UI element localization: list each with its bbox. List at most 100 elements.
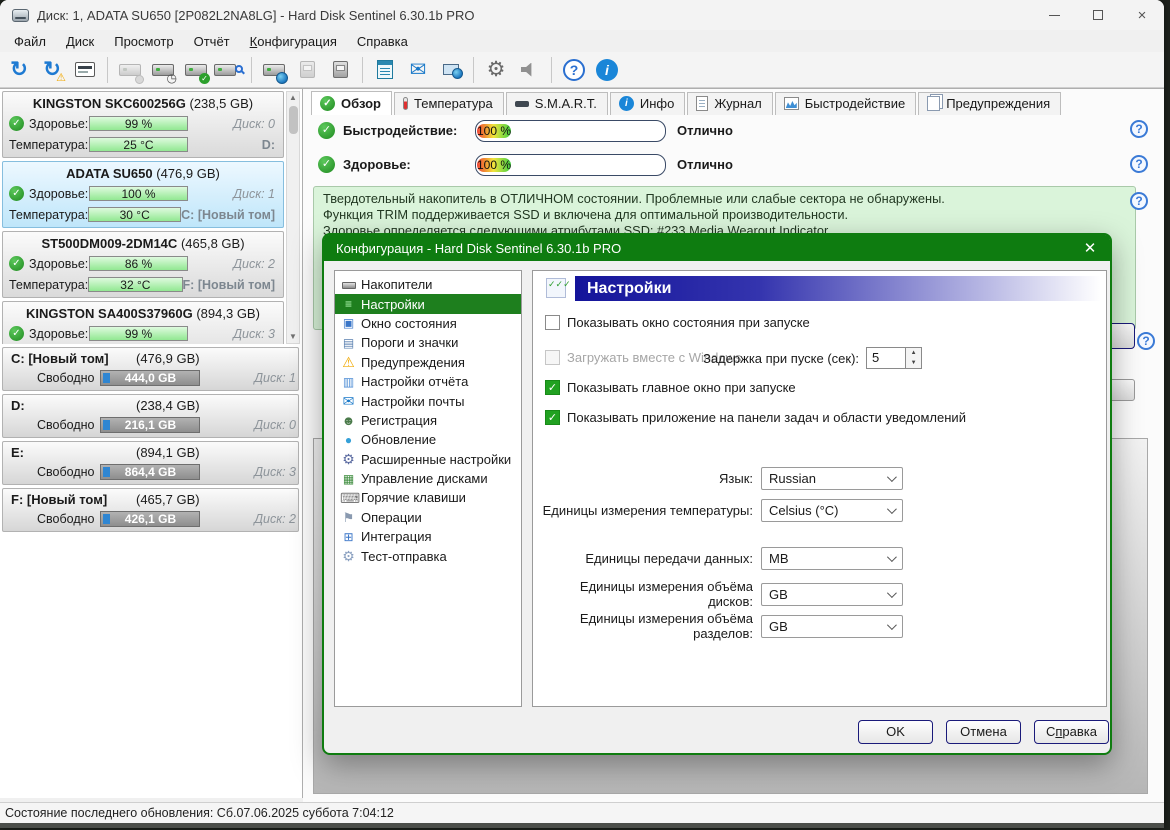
scroll-down-icon[interactable]: ▼ — [287, 331, 299, 343]
menu-help[interactable]: Справка — [347, 32, 418, 51]
scroll-up-icon[interactable]: ▲ — [287, 92, 299, 104]
disk-mouse-icon[interactable] — [115, 55, 145, 85]
partition-item-c[interactable]: C: [Новый том] (476,9 GB) Свободно 444,0 … — [2, 347, 299, 391]
health-label: Здоровье: — [29, 186, 89, 201]
disk-number: Диск: 2 — [233, 256, 275, 271]
nav-item-upravlenie-diskami[interactable]: ▦ Управление дисками — [335, 469, 521, 488]
help-icon[interactable]: ? — [559, 55, 589, 85]
menu-disk[interactable]: Диск — [56, 32, 104, 51]
partition-item-f[interactable]: F: [Новый том] (465,7 GB) Свободно 426,1 … — [2, 488, 299, 532]
transfer-units-select[interactable]: MB — [761, 547, 903, 570]
help-performance-icon[interactable]: ? — [1130, 120, 1148, 138]
checkbox-show-main-window[interactable]: ✓ Показывать главное окно при запуске — [545, 380, 796, 395]
cancel-button[interactable]: Отмена — [946, 720, 1021, 744]
partition-list: C: [Новый том] (476,9 GB) Свободно 444,0 … — [2, 347, 299, 535]
nav-item-obnovlenie[interactable]: ● Обновление — [335, 430, 521, 449]
temperature-bar: 30 °C — [88, 207, 182, 222]
checkbox-checked-icon[interactable]: ✓ — [545, 410, 560, 425]
nav-item-registratsiya[interactable]: ☻ Регистрация — [335, 411, 521, 430]
spinner-down-icon[interactable]: ▼ — [906, 358, 921, 368]
ok-button[interactable]: OK — [858, 720, 933, 744]
help-textarea-icon[interactable]: ? — [1130, 192, 1148, 210]
nav-item-integratsiya[interactable]: ⊞ Интеграция — [335, 527, 521, 546]
partition-volume-units-select[interactable]: GB — [761, 614, 903, 638]
thermometer-icon — [403, 97, 408, 110]
drive-icon — [514, 100, 529, 107]
tab-overview[interactable]: ✓ Обзор — [311, 91, 392, 115]
tab-performance[interactable]: Быстродействие — [774, 92, 917, 115]
menu-report[interactable]: Отчёт — [184, 32, 240, 51]
dialog-close-icon[interactable]: ✕ — [1070, 239, 1110, 257]
nav-item-operatsii[interactable]: ⚑ Операции — [335, 508, 521, 527]
menu-view[interactable]: Просмотр — [104, 32, 183, 51]
refresh-icon[interactable]: ↻ — [4, 55, 34, 85]
nav-item-preduprezhdeniya[interactable]: ⚠ Предупреждения — [335, 353, 521, 372]
checkbox-unchecked-icon[interactable] — [545, 315, 560, 330]
nav-item-test-otpravka[interactable]: ⚙ Тест-отправка — [335, 546, 521, 565]
sidebar-disk-panel: KINGSTON SKC600256G (238,5 GB) ✓ Здоровь… — [0, 88, 303, 798]
disk-eject-icon[interactable] — [325, 55, 355, 85]
help-button[interactable]: Справка — [1034, 720, 1109, 744]
disk-tray-icon[interactable] — [292, 55, 322, 85]
keyboard-icon: ⌨ — [340, 489, 361, 506]
mail-icon[interactable]: ✉ — [403, 55, 433, 85]
scrollbar-thumb[interactable] — [289, 106, 298, 134]
spinner-buttons[interactable]: ▲ ▼ — [906, 347, 923, 369]
report-icon[interactable] — [370, 55, 400, 85]
close-button[interactable]: × — [1120, 0, 1164, 30]
tab-alerts[interactable]: Предупреждения — [918, 92, 1062, 115]
checkbox-show-status-window[interactable]: Показывать окно состояния при запуске — [545, 315, 810, 330]
startup-delay-input[interactable]: 5 — [866, 347, 907, 369]
disk-list-scrollbar[interactable]: ▲ ▼ — [286, 91, 300, 344]
disk-item-adata-su650[interactable]: ADATA SU650 (476,9 GB) ✓ Здоровье: 100 %… — [2, 161, 284, 228]
settings-gear-icon[interactable]: ⚙ — [481, 55, 511, 85]
nav-item-nakopiteli[interactable]: Накопители — [335, 275, 521, 294]
drive-letter: F: [Новый том] — [182, 277, 275, 292]
disk-item-kingston-skc600[interactable]: KINGSTON SKC600256G (238,5 GB) ✓ Здоровь… — [2, 91, 284, 158]
help-hidden-icon[interactable]: ? — [1137, 332, 1155, 350]
partition-item-d[interactable]: D: (238,4 GB) Свободно 216,1 GB Диск: 0 — [2, 394, 299, 438]
language-select[interactable]: Russian — [761, 467, 903, 490]
menu-configuration[interactable]: Конфигурация — [240, 32, 347, 51]
health-status: Отлично — [677, 157, 733, 172]
checkbox-show-in-taskbar[interactable]: ✓ Показывать приложение на панели задач … — [545, 410, 966, 425]
toolbar-separator — [107, 56, 108, 83]
disk-search-icon[interactable] — [214, 55, 244, 85]
nav-item-porogi-i-znachki[interactable]: ▤ Пороги и значки — [335, 333, 521, 352]
disk-online-icon[interactable] — [259, 55, 289, 85]
disk-volume-units-select[interactable]: GB — [761, 582, 903, 606]
nav-item-goryachie-klavishi[interactable]: ⌨ Горячие клавиши — [335, 488, 521, 507]
dialog-nav: Накопители ≡ Настройки ▣ Окно состояния ▤ П… — [334, 270, 522, 707]
network-update-icon[interactable] — [436, 55, 466, 85]
temperature-bar: 32 °C — [88, 277, 183, 292]
maximize-button[interactable] — [1076, 0, 1120, 30]
tab-smart[interactable]: S.M.A.R.T. — [505, 92, 608, 115]
tab-info[interactable]: i Инфо — [609, 92, 686, 115]
checkbox-checked-icon[interactable]: ✓ — [545, 380, 560, 395]
disk-item-st500dm009[interactable]: ST500DM009-2DM14C (465,8 GB) ✓ Здоровье:… — [2, 231, 284, 298]
nav-item-nastroyki[interactable]: ≡ Настройки — [335, 294, 521, 314]
menu-file[interactable]: Файл — [4, 32, 56, 51]
disk-clock-icon[interactable]: ◷ — [148, 55, 178, 85]
information-icon[interactable]: i — [592, 55, 622, 85]
thresholds-icon: ▤ — [342, 335, 355, 350]
disk-status-window-icon[interactable] — [70, 55, 100, 85]
configuration-dialog: Конфигурация - Hard Disk Sentinel 6.30.1… — [322, 233, 1112, 755]
free-space-bar: 444,0 GB — [100, 370, 201, 386]
tab-log[interactable]: Журнал — [687, 92, 773, 115]
refresh-warning-icon[interactable]: ↻ ⚠ — [37, 55, 67, 85]
disk-item-kingston-sa400[interactable]: KINGSTON SA400S37960G (894,3 GB) ✓ Здоро… — [2, 301, 284, 344]
performance-row: ✓ Быстродействие: 100 % Отлично — [318, 120, 733, 142]
nav-item-nastroyki-otcheta[interactable]: ▥ Настройки отчёта — [335, 372, 521, 391]
spinner-up-icon[interactable]: ▲ — [906, 348, 921, 358]
disk-test-icon[interactable]: ✓ — [181, 55, 211, 85]
nav-item-nastroyki-pochty[interactable]: ✉ Настройки почты — [335, 391, 521, 410]
nav-item-okno-sostoyaniya[interactable]: ▣ Окно состояния — [335, 314, 521, 333]
nav-item-rasshirennye-nastroyki[interactable]: ⚙ Расширенные настройки — [335, 450, 521, 469]
help-health-icon[interactable]: ? — [1130, 155, 1148, 173]
minimize-button[interactable] — [1032, 0, 1076, 30]
sounds-icon[interactable] — [514, 55, 544, 85]
tab-temperature[interactable]: Температура — [394, 92, 504, 115]
partition-item-e[interactable]: E: (894,1 GB) Свободно 864,4 GB Диск: 3 — [2, 441, 299, 485]
temperature-units-select[interactable]: Celsius (°C) — [761, 499, 903, 522]
